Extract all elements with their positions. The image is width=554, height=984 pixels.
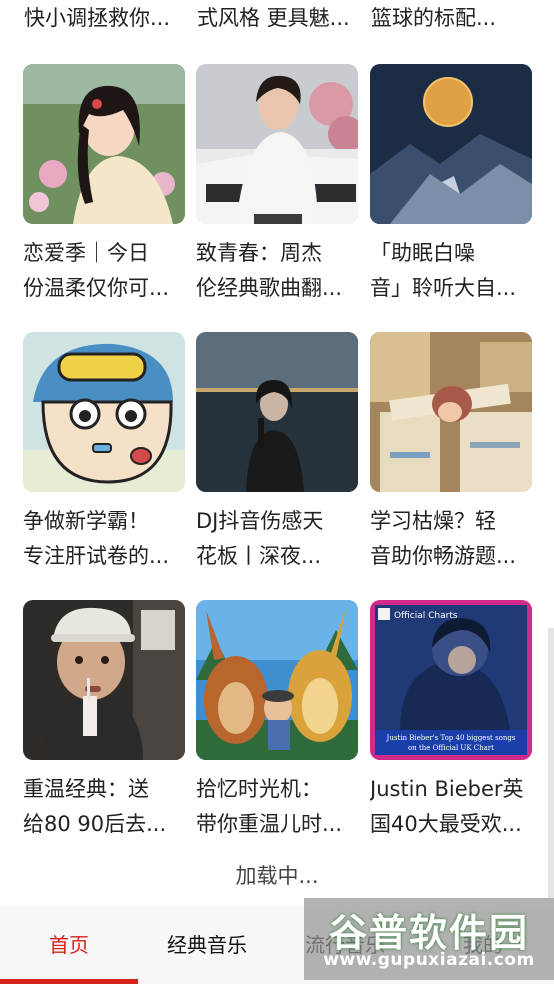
title-line-1: 致青春：周杰: [196, 241, 322, 265]
playlist-title[interactable]: Justin Bieber英 国40大最受欢...: [370, 772, 532, 842]
title-line-2: 专注肝试卷的...: [23, 544, 170, 568]
cover-text-line-2: on the Official UK Chart: [408, 744, 494, 752]
playlist-title[interactable]: 学习枯燥？轻 音助你畅游题...: [370, 504, 532, 574]
watermark-url: www.gupuxiazai.com: [323, 950, 535, 970]
title-line-2: 伦经典歌曲翻...: [196, 276, 343, 300]
playlist-caption[interactable]: 快小调拯救你...: [24, 2, 184, 34]
playlist-cover-image[interactable]: [196, 64, 358, 224]
title-line-1: 拾忆时光机：: [196, 777, 322, 801]
playlist-title[interactable]: 恋爱季｜今日 份温柔仅你可...: [23, 236, 185, 306]
chart-badge: Official Charts: [394, 611, 458, 621]
title-line-1: 「助眠白噪: [370, 241, 475, 265]
playlist-cover-image[interactable]: [196, 332, 358, 492]
title-line-1: 恋爱季｜今日: [23, 241, 149, 265]
watermark-logo: 谷普软件园 www.gupuxiazai.com: [304, 898, 554, 980]
previous-row-captions: 快小调拯救你... 式风格 更具魅... 篮球的标配...: [0, 0, 554, 40]
title-line-2: 花板丨深夜...: [196, 544, 322, 568]
playlist-cover-image[interactable]: [23, 332, 185, 492]
nav-tab-classic-music[interactable]: 经典音乐: [138, 906, 276, 984]
cover-text-line-1: Justin Bieber's Top 40 biggest songs: [386, 734, 516, 742]
playlist-title[interactable]: 重温经典：送 给80 90后去...: [23, 772, 185, 842]
title-line-1: 重温经典：送: [23, 777, 149, 801]
playlist-title[interactable]: 拾忆时光机： 带你重温儿时...: [196, 772, 358, 842]
playlist-cover-image[interactable]: [196, 600, 358, 760]
playlist-cover-image[interactable]: [370, 64, 532, 224]
title-line-2: 音」聆听大自...: [370, 276, 517, 300]
active-tab-indicator: [0, 979, 138, 984]
playlist-cover-image[interactable]: [370, 332, 532, 492]
title-line-2: 份温柔仅你可...: [23, 276, 170, 300]
playlist-title[interactable]: 争做新学霸！ 专注肝试卷的...: [23, 504, 185, 574]
title-line-2: 给80 90后去...: [23, 812, 167, 836]
title-line-2: 国40大最受欢...: [370, 812, 522, 836]
playlist-cover-image[interactable]: [23, 64, 185, 224]
title-line-1: 争做新学霸！: [23, 509, 149, 533]
playlist-cover-image[interactable]: Official Charts Justin Bieber's Top 40 b…: [370, 600, 532, 760]
app-page: 快小调拯救你... 式风格 更具魅... 篮球的标配... 恋爱季｜今日 份温柔…: [0, 0, 554, 984]
watermark-title: 谷普软件园: [328, 911, 529, 955]
playlist-title[interactable]: 致青春：周杰 伦经典歌曲翻...: [196, 236, 358, 306]
title-line-1: Justin Bieber英: [370, 777, 524, 801]
title-line-2: 音助你畅游题...: [370, 544, 517, 568]
nav-tab-home[interactable]: 首页: [0, 906, 138, 984]
playlist-caption[interactable]: 式风格 更具魅...: [197, 2, 357, 34]
title-line-1: DJ抖音伤感天: [196, 509, 324, 533]
playlist-title[interactable]: DJ抖音伤感天 花板丨深夜...: [196, 504, 358, 574]
playlist-caption[interactable]: 篮球的标配...: [371, 2, 531, 34]
playlist-cover-image[interactable]: [23, 600, 185, 760]
playlist-title[interactable]: 「助眠白噪 音」聆听大自...: [370, 236, 532, 306]
loading-indicator: 加载中...: [235, 864, 319, 888]
title-line-2: 带你重温儿时...: [196, 812, 343, 836]
title-line-1: 学习枯燥？轻: [370, 509, 496, 533]
